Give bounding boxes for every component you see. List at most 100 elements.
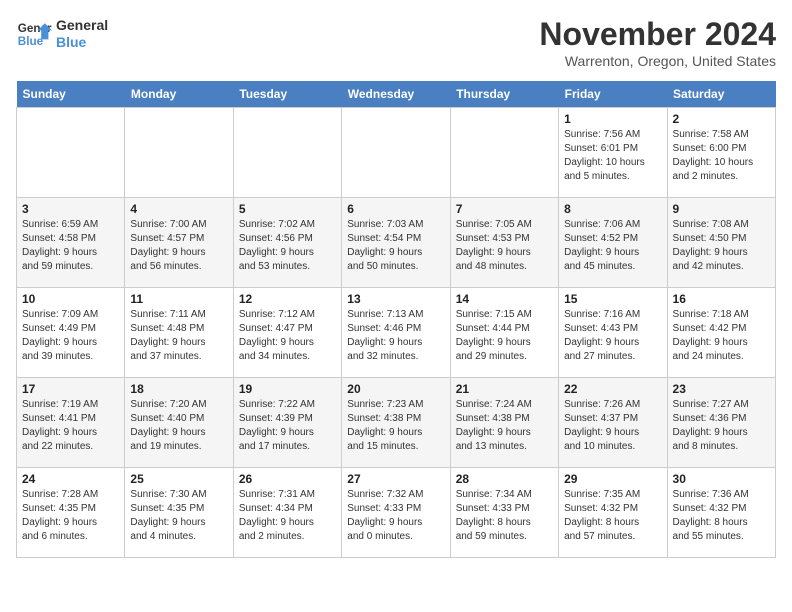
day-info: Sunrise: 7:00 AM Sunset: 4:57 PM Dayligh… [130,218,227,274]
day-number: 5 [239,202,336,216]
day-number: 25 [130,472,227,486]
calendar-cell: 12Sunrise: 7:12 AM Sunset: 4:47 PM Dayli… [233,288,341,378]
calendar-cell: 30 Sunrise: 7:36 AM Sunset: 4:32 PM Dayli… [667,468,775,558]
weekday-header-saturday: Saturday [667,81,775,108]
day-info: Sunrise: 7:24 AM Sunset: 4:38 PM Dayligh… [456,398,553,454]
day-info: Sunrise: 7:18 AM Sunset: 4:42 PM Dayligh… [673,308,770,364]
day-info: Sunrise: 7:56 AM Sunset: 6:01 PM Dayligh… [564,128,661,184]
calendar-cell: 27 Sunrise: 7:32 AM Sunset: 4:33 PM Dayli… [342,468,450,558]
day-info: Sunrise: 7:15 AM Sunset: 4:44 PM Dayligh… [456,308,553,364]
day-info: Sunrise: 7:09 AM Sunset: 4:49 PM Dayligh… [22,308,119,364]
day-info: Sunrise: 7:34 AM Sunset: 4:33 PM Dayligh… [456,488,553,544]
day-number: 22 [564,382,661,396]
day-number: 7 [456,202,553,216]
day-info: Sunrise: 7:26 AM Sunset: 4:37 PM Dayligh… [564,398,661,454]
logo-line2: Blue [56,34,108,51]
day-number: 26 [239,472,336,486]
calendar-cell: 3 Sunrise: 6:59 AM Sunset: 4:58 PM Daylig… [17,198,125,288]
weekday-header-tuesday: Tuesday [233,81,341,108]
calendar-cell: 11 Sunrise: 7:11 AM Sunset: 4:48 PM Dayli… [125,288,233,378]
weekday-header-friday: Friday [559,81,667,108]
day-info: Sunrise: 7:02 AM Sunset: 4:56 PM Dayligh… [239,218,336,274]
svg-text:Blue: Blue [18,35,44,48]
calendar-cell: 19 Sunrise: 7:22 AM Sunset: 4:39 PM Dayli… [233,378,341,468]
day-info: Sunrise: 7:22 AM Sunset: 4:39 PM Dayligh… [239,398,336,454]
weekday-header-sunday: Sunday [17,81,125,108]
calendar-cell: 16 Sunrise: 7:18 AM Sunset: 4:42 PM Dayli… [667,288,775,378]
day-info: Sunrise: 7:36 AM Sunset: 4:32 PM Dayligh… [673,488,770,544]
calendar-cell [233,108,341,198]
day-info: Sunrise: 7:11 AM Sunset: 4:48 PM Dayligh… [130,308,227,364]
calendar-cell: 10 Sunrise: 7:09 AM Sunset: 4:49 PM Dayli… [17,288,125,378]
calendar-cell: 1 Sunrise: 7:56 AM Sunset: 6:01 PM Daylig… [559,108,667,198]
title-area: November 2024 Warrenton, Oregon, United … [539,16,776,69]
day-number: 21 [456,382,553,396]
day-number: 16 [673,292,770,306]
day-info: Sunrise: 7:06 AM Sunset: 4:52 PM Dayligh… [564,218,661,274]
day-number: 10 [22,292,119,306]
weekday-header-thursday: Thursday [450,81,558,108]
day-number: 23 [673,382,770,396]
calendar-cell: 2Sunrise: 7:58 AM Sunset: 6:00 PM Daylig… [667,108,775,198]
calendar-cell: 5 Sunrise: 7:02 AM Sunset: 4:56 PM Daylig… [233,198,341,288]
location-title: Warrenton, Oregon, United States [539,53,776,69]
calendar-cell: 21 Sunrise: 7:24 AM Sunset: 4:38 PM Dayli… [450,378,558,468]
day-info: Sunrise: 7:23 AM Sunset: 4:38 PM Dayligh… [347,398,444,454]
day-number: 30 [673,472,770,486]
day-number: 20 [347,382,444,396]
calendar-cell: 20 Sunrise: 7:23 AM Sunset: 4:38 PM Dayli… [342,378,450,468]
weekday-header-monday: Monday [125,81,233,108]
day-info: Sunrise: 7:05 AM Sunset: 4:53 PM Dayligh… [456,218,553,274]
calendar-cell [17,108,125,198]
day-info: Sunrise: 7:35 AM Sunset: 4:32 PM Dayligh… [564,488,661,544]
day-number: 28 [456,472,553,486]
day-number: 3 [22,202,119,216]
day-number: 29 [564,472,661,486]
week-row-1: 1 Sunrise: 7:56 AM Sunset: 6:01 PM Daylig… [17,108,776,198]
calendar-cell [125,108,233,198]
calendar-cell: 6 Sunrise: 7:03 AM Sunset: 4:54 PM Daylig… [342,198,450,288]
day-info: Sunrise: 7:08 AM Sunset: 4:50 PM Dayligh… [673,218,770,274]
day-number: 15 [564,292,661,306]
calendar-cell: 29 Sunrise: 7:35 AM Sunset: 4:32 PM Dayli… [559,468,667,558]
day-number: 6 [347,202,444,216]
day-number: 11 [130,292,227,306]
day-number: 27 [347,472,444,486]
weekday-header-row: SundayMondayTuesdayWednesdayThursdayFrid… [17,81,776,108]
day-info: Sunrise: 7:30 AM Sunset: 4:35 PM Dayligh… [130,488,227,544]
week-row-3: 10 Sunrise: 7:09 AM Sunset: 4:49 PM Dayli… [17,288,776,378]
calendar-table: SundayMondayTuesdayWednesdayThursdayFrid… [16,81,776,558]
week-row-4: 17 Sunrise: 7:19 AM Sunset: 4:41 PM Dayli… [17,378,776,468]
header: General Blue General Blue November 2024 … [16,16,776,69]
day-number: 24 [22,472,119,486]
calendar-cell [342,108,450,198]
day-info: Sunrise: 7:16 AM Sunset: 4:43 PM Dayligh… [564,308,661,364]
calendar-cell: 8Sunrise: 7:06 AM Sunset: 4:52 PM Daylig… [559,198,667,288]
day-number: 17 [22,382,119,396]
day-info: Sunrise: 7:19 AM Sunset: 4:41 PM Dayligh… [22,398,119,454]
day-number: 4 [130,202,227,216]
calendar-cell: 7 Sunrise: 7:05 AM Sunset: 4:53 PM Daylig… [450,198,558,288]
day-info: Sunrise: 7:13 AM Sunset: 4:46 PM Dayligh… [347,308,444,364]
day-info: Sunrise: 7:20 AM Sunset: 4:40 PM Dayligh… [130,398,227,454]
calendar-cell: 26 Sunrise: 7:31 AM Sunset: 4:34 PM Dayli… [233,468,341,558]
day-number: 9 [673,202,770,216]
day-number: 19 [239,382,336,396]
calendar-cell: 14 Sunrise: 7:15 AM Sunset: 4:44 PM Dayli… [450,288,558,378]
day-number: 1 [564,112,661,126]
week-row-5: 24Sunrise: 7:28 AM Sunset: 4:35 PM Dayli… [17,468,776,558]
logo: General Blue General Blue [16,16,108,52]
day-info: Sunrise: 7:03 AM Sunset: 4:54 PM Dayligh… [347,218,444,274]
day-info: Sunrise: 7:31 AM Sunset: 4:34 PM Dayligh… [239,488,336,544]
calendar-cell: 25 Sunrise: 7:30 AM Sunset: 4:35 PM Dayli… [125,468,233,558]
calendar-cell: 24Sunrise: 7:28 AM Sunset: 4:35 PM Dayli… [17,468,125,558]
month-title: November 2024 [539,16,776,53]
calendar-cell: 28 Sunrise: 7:34 AM Sunset: 4:33 PM Dayli… [450,468,558,558]
day-info: Sunrise: 6:59 AM Sunset: 4:58 PM Dayligh… [22,218,119,274]
calendar-cell: 13Sunrise: 7:13 AM Sunset: 4:46 PM Dayli… [342,288,450,378]
day-number: 14 [456,292,553,306]
logo-line1: General [56,17,108,34]
day-number: 12 [239,292,336,306]
calendar-cell [450,108,558,198]
day-info: Sunrise: 7:32 AM Sunset: 4:33 PM Dayligh… [347,488,444,544]
